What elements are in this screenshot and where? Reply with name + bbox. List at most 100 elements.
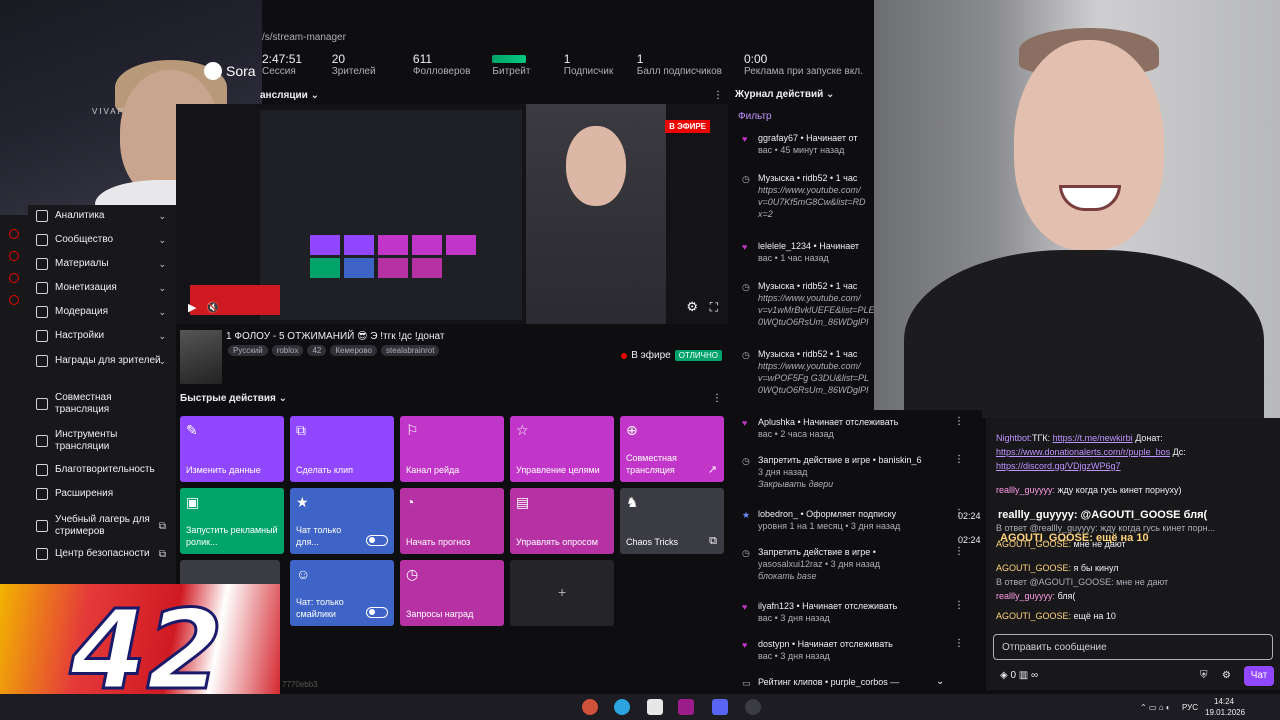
chevron-down-icon[interactable]: ⌄ (936, 676, 944, 687)
chat-link[interactable]: https://t.me/newkirbi (1053, 433, 1133, 443)
chat-username[interactable]: AGOUTI_GOOSE: (996, 611, 1071, 621)
stream-preview[interactable]: В ЭФИРЕ ▶ 🔇 ⚙ ⛶ (176, 104, 728, 324)
stream-tag[interactable]: stealabrainrot (380, 345, 440, 356)
chat-message[interactable]: https://www.donationalerts.com/r/puple_b… (996, 446, 1266, 458)
chevron-down-icon: ⌄ (158, 355, 166, 366)
sidebar-item[interactable]: Аналитика ⌄ (36, 210, 176, 222)
feed-filter-link[interactable]: Фильтр (738, 111, 772, 122)
quick-action-tile[interactable]: ▣ Запустить рекламный ролик... (180, 488, 284, 554)
preview-menu-icon[interactable]: ⋮ (713, 90, 723, 101)
chat-link[interactable]: https://www.donationalerts.com/r/puple_b… (996, 447, 1170, 457)
feed-item[interactable]: ★ lobedron_ • Оформляет подписку уровня 1 … (742, 508, 952, 532)
opera-icon[interactable] (678, 699, 694, 715)
feed-item[interactable]: ♥ ggrafay67 • Начинает от вас • 45 минут н… (742, 132, 874, 156)
quick-action-tile[interactable]: ✎ Изменить данные (180, 416, 284, 482)
sidebar-item[interactable]: Награды для зрителей ⌄ (36, 355, 176, 367)
chat-username[interactable]: AGOUTI_GOOSE: (996, 563, 1071, 573)
chat-username[interactable]: Nightbot: (996, 433, 1032, 443)
mute-icon[interactable]: 🔇 (206, 301, 220, 314)
chat-message[interactable]: https://discord.gg/VDjgzWP6g7 (996, 460, 1266, 472)
feed-item[interactable]: ◷ Музыска • ridb52 • 1 час https://www.you… (742, 172, 874, 220)
chat-message[interactable]: AGOUTI_GOOSE: я бы кинул (996, 562, 1266, 574)
chat-message[interactable]: reallly_guyyyy: жду когда гусь кинет пор… (996, 484, 1266, 496)
play-icon[interactable]: ▶ (188, 301, 196, 314)
add-action-button[interactable]: + (510, 560, 614, 626)
stream-tag[interactable]: roblox (271, 345, 304, 356)
sidebar-item[interactable]: Сообщество ⌄ (36, 234, 176, 246)
chat-message[interactable]: AGOUTI_GOOSE: ещё на 10 (996, 610, 1266, 622)
rail-icon[interactable] (9, 229, 19, 239)
toggle-switch[interactable] (366, 607, 388, 618)
quick-action-icon: ☺ (296, 566, 311, 582)
sidebar-item[interactable]: Инструменты трансляции (36, 429, 176, 453)
quick-actions-menu-icon[interactable]: ⋮ (712, 393, 722, 404)
feed-item[interactable]: ▭ Рейтинг клипов • purple_corbos — (742, 676, 952, 688)
toggle-switch[interactable] (366, 535, 388, 546)
quick-action-tile[interactable]: ☆ Управление целями (510, 416, 614, 482)
kebab-menu-icon[interactable]: ⋮ (954, 416, 964, 427)
stream-tag[interactable]: 42 (307, 345, 327, 356)
quick-action-tile[interactable]: ☺ Чат: только смайлики (290, 560, 394, 626)
chat-link[interactable]: https://discord.gg/VDjgzWP6g7 (996, 461, 1121, 471)
sidebar-item[interactable]: Учебный лагерь для стримеров ⧉ (36, 514, 176, 538)
tray-icons[interactable]: ⌃ ▭ ⌂ ◐ (1140, 703, 1171, 712)
language-indicator[interactable]: РУС (1182, 703, 1198, 712)
stream-tag[interactable]: Кемерово (330, 345, 377, 356)
app-icon[interactable] (647, 699, 663, 715)
sidebar-item[interactable]: Монетизация ⌄ (36, 282, 176, 294)
feed-item[interactable]: ♥ Aplushka • Начинает отслеживать вас • 2 … (742, 416, 952, 440)
feed-item[interactable]: ◷ Запретить действие в игре • baniskin_6 3… (742, 454, 952, 490)
sidebar-item[interactable]: Центр безопасности ⧉ (36, 548, 176, 560)
kebab-menu-icon[interactable]: ⋮ (954, 600, 964, 611)
discord-icon[interactable] (712, 699, 728, 715)
rail-icon[interactable] (9, 295, 19, 305)
sidebar-item[interactable]: Модерация ⌄ (36, 306, 176, 318)
sidebar-item[interactable]: Настройки ⌄ (36, 330, 176, 342)
sidebar-item[interactable]: Расширения (36, 488, 176, 500)
sidebar-item[interactable]: Материалы ⌄ (36, 258, 176, 270)
gear-icon[interactable]: ⚙ (686, 299, 698, 315)
settings-icon[interactable]: ⚙ (1222, 670, 1231, 681)
clock-date[interactable]: 19.01.2026 (1205, 708, 1245, 717)
chat-message[interactable]: reallly_guyyyy: бля( (996, 590, 1266, 602)
quick-action-tile[interactable]: ⊕ Совместная трансляция ↗ (620, 416, 724, 482)
feed-item[interactable]: ◷ Музыска • ridb52 • 1 час https://www.you… (742, 280, 874, 328)
kebab-menu-icon[interactable]: ⋮ (954, 454, 964, 465)
kebab-menu-icon[interactable]: ⋮ (954, 638, 964, 649)
chat-username[interactable]: reallly_guyyyy: (996, 485, 1055, 495)
quick-actions-title[interactable]: Быстрые действия ⌄ (180, 393, 287, 404)
rail-icon[interactable] (9, 273, 19, 283)
feed-item[interactable]: ♥ ilyafn123 • Начинает отслеживать вас • 3… (742, 600, 952, 624)
feed-item[interactable]: ◷ Музыска • ridb52 • 1 час https://www.you… (742, 348, 874, 396)
quick-action-tile[interactable]: ◷ Запросы наград (400, 560, 504, 626)
feed-item[interactable]: ♥ lelelele_1234 • Начинает вас • 1 час наз… (742, 240, 874, 264)
feed-item[interactable]: ◷ Запретить действие в игре • yasosalxui12… (742, 546, 952, 582)
rail-icon[interactable] (9, 251, 19, 261)
chat-send-button[interactable]: Чат (1244, 666, 1274, 686)
quick-action-tile[interactable]: ⧉ Сделать клип (290, 416, 394, 482)
kebab-menu-icon[interactable]: ⋮ (954, 546, 964, 557)
telegram-icon[interactable] (614, 699, 630, 715)
quick-action-tile[interactable]: ◔ Начать прогноз (400, 488, 504, 554)
chat-message[interactable]: Nightbot:ТГК: https://t.me/newkirbi Дона… (996, 432, 1266, 444)
activity-feed-title[interactable]: Журнал действий ⌄ (735, 89, 834, 100)
shield-icon[interactable]: ⛨ (1200, 670, 1208, 681)
clock-time[interactable]: 14:24 (1214, 697, 1234, 706)
chat-username[interactable]: reallly_guyyyy: (996, 591, 1055, 601)
category-thumbnail[interactable] (180, 330, 222, 384)
stream-tag[interactable]: Русский (228, 345, 268, 356)
quick-action-tile[interactable]: ★ Чат только для... (290, 488, 394, 554)
quick-action-tile[interactable]: ♞ Chaos Tricks ⧉ (620, 488, 724, 554)
sidebar-item[interactable]: Благотворительность (36, 464, 176, 476)
browser-icon[interactable] (582, 699, 598, 715)
stat-label: Сессия (262, 66, 296, 77)
obs-icon[interactable] (745, 699, 761, 715)
feed-item[interactable]: ♥ dostypn • Начинает отслеживать вас • 3 д… (742, 638, 952, 662)
quick-action-tile[interactable]: ⚐ Канал рейда (400, 416, 504, 482)
fullscreen-icon[interactable]: ⛶ (710, 300, 718, 315)
quick-action-tile[interactable]: ▤ Управлять опросом (510, 488, 614, 554)
channel-points[interactable]: ◈ 0 ▥ ∞ (1000, 670, 1038, 681)
sidebar-item[interactable]: Совместная трансляция (36, 392, 176, 416)
chat-input[interactable]: Отправить сообщение (993, 634, 1273, 660)
chat-message[interactable]: В ответ @AGOUTI_GOOSE: мне не дают (996, 576, 1266, 588)
